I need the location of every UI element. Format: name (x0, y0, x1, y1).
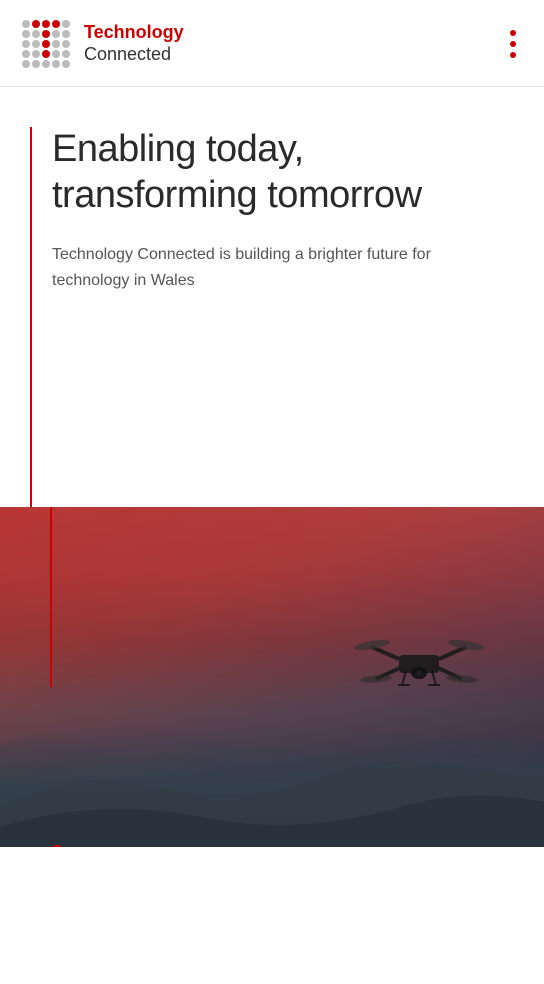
menu-dot-1 (510, 30, 516, 36)
menu-button[interactable] (502, 22, 524, 66)
logo-area: Technology Connected (20, 18, 184, 70)
logo-icon (20, 18, 72, 70)
brand-connected: Connected (84, 44, 184, 66)
menu-dot-2 (510, 41, 516, 47)
headline: Enabling today, transforming tomorrow (52, 127, 514, 218)
main-content: Enabling today, transforming tomorrow Te… (0, 87, 544, 507)
brand-technology: Technology (84, 22, 184, 44)
hero-section (0, 507, 544, 847)
red-line (30, 127, 32, 507)
menu-dot-3 (510, 52, 516, 58)
landscape-svg (0, 687, 544, 847)
red-line-extension (50, 507, 52, 687)
brand-name: Technology Connected (84, 22, 184, 65)
app-header: Technology Connected (0, 0, 544, 87)
text-block: Enabling today, transforming tomorrow Te… (52, 127, 514, 507)
subtext: Technology Connected is building a brigh… (52, 242, 452, 293)
red-line-container (30, 127, 32, 507)
